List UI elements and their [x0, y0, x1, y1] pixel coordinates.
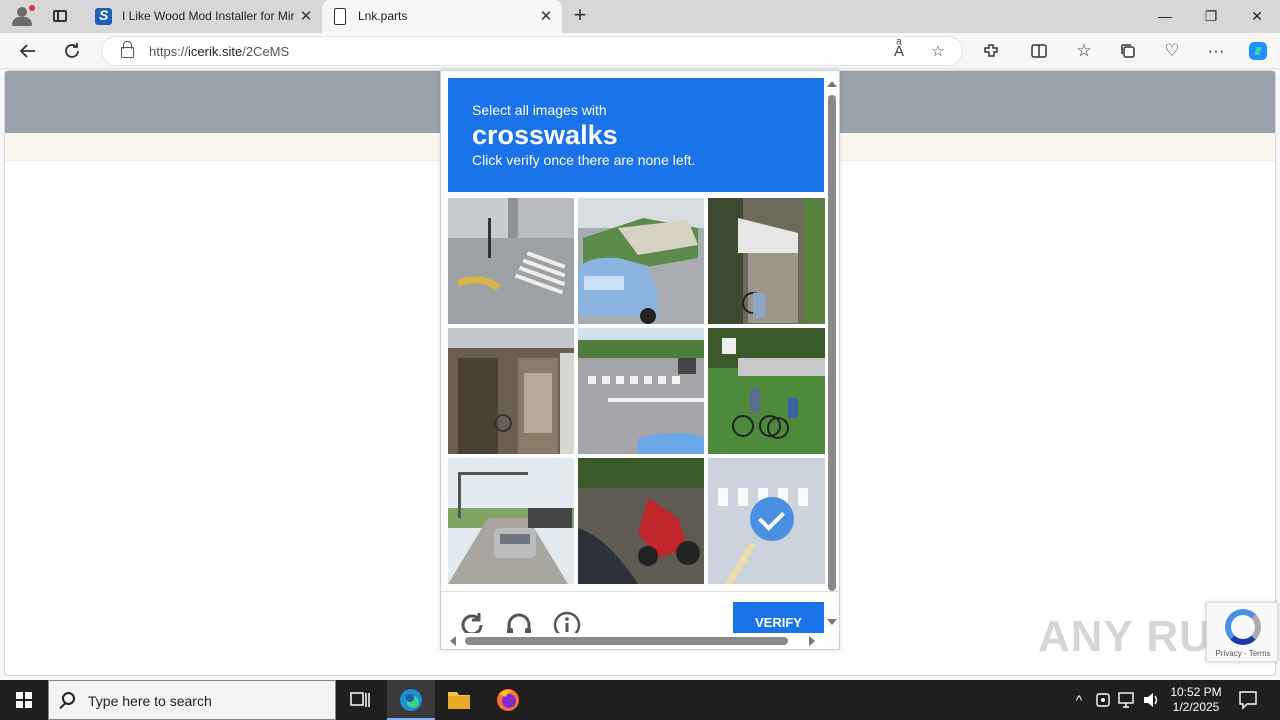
vertical-scrollbar[interactable]	[825, 75, 839, 633]
collections-icon[interactable]	[1114, 37, 1142, 65]
start-button[interactable]	[0, 680, 48, 720]
edge-taskbar-icon[interactable]	[387, 680, 435, 720]
refresh-icon[interactable]	[58, 37, 86, 65]
horizontal-scrollbar[interactable]	[441, 633, 825, 649]
selected-checkmark-icon	[750, 497, 794, 541]
lock-icon[interactable]	[121, 41, 134, 58]
network-icon[interactable]	[1116, 680, 1138, 720]
scrollbar-thumb[interactable]	[828, 95, 836, 591]
wood-favicon-icon	[95, 0, 112, 32]
taskbar: Type here to search ^ 10:52 PM 1/2/2025	[0, 680, 1280, 720]
url-text[interactable]: https://icerik.site/2CeMS	[149, 44, 289, 59]
tab-wood-mod[interactable]: I Like Wood Mod Installer for Mir ✕	[86, 0, 322, 33]
windows-logo-icon	[16, 692, 32, 708]
favorites-icon[interactable]: ☆	[1070, 37, 1098, 65]
address-bar[interactable]: https://icerik.site/2CeMS Aͣ ☆	[101, 36, 963, 66]
scrollbar-thumb[interactable]	[465, 637, 788, 645]
read-aloud-icon[interactable]: Aͣ	[887, 40, 911, 64]
recaptcha-badge[interactable]: Privacy - Terms	[1206, 602, 1278, 662]
search-placeholder: Type here to search	[88, 693, 212, 709]
tab-title: I Like Wood Mod Installer for Mir	[122, 9, 294, 23]
tab-lnk-parts[interactable]: Lnk.parts ✕	[322, 0, 562, 33]
tab-close-icon[interactable]: ✕	[298, 0, 314, 33]
clock[interactable]: 10:52 PM 1/2/2025	[1166, 680, 1226, 720]
captcha-challenge: Select all images with crosswalks Click …	[440, 70, 840, 650]
back-arrow-icon[interactable]	[14, 37, 42, 65]
copilot-icon[interactable]	[1244, 37, 1272, 65]
scroll-right-arrow-icon[interactable]	[809, 636, 815, 646]
scroll-down-arrow-icon[interactable]	[827, 619, 837, 625]
captcha-tile[interactable]	[708, 198, 825, 324]
captcha-tile[interactable]	[578, 328, 704, 454]
captcha-tile[interactable]	[708, 328, 825, 454]
captcha-subinstruction: Click verify once there are none left.	[472, 152, 696, 168]
tab-title: Lnk.parts	[358, 9, 408, 23]
recaptcha-logo-icon	[1225, 609, 1261, 645]
show-hidden-icons-icon[interactable]: ^	[1068, 680, 1090, 720]
restore-button[interactable]: ❐	[1188, 0, 1234, 33]
scroll-up-arrow-icon[interactable]	[827, 81, 837, 87]
captcha-tile[interactable]	[448, 328, 574, 454]
page-icon	[334, 8, 346, 25]
file-explorer-icon[interactable]	[435, 680, 483, 720]
more-menu-icon[interactable]: ···	[1202, 37, 1230, 65]
captcha-keyword: crosswalks	[472, 120, 618, 150]
captcha-tile[interactable]	[448, 458, 574, 584]
captcha-prompt: Select all images with crosswalks Click …	[448, 78, 824, 192]
search-icon	[62, 692, 75, 705]
new-tab-button[interactable]: +	[568, 4, 592, 28]
task-view-icon[interactable]	[336, 680, 384, 720]
extensions-icon[interactable]	[977, 37, 1005, 65]
recaptcha-links[interactable]: Privacy - Terms	[1207, 649, 1279, 658]
browser-toolbar: https://icerik.site/2CeMS Aͣ ☆ ☆ ♡ ···	[0, 33, 1280, 69]
captcha-tile[interactable]	[448, 198, 574, 324]
captcha-instruction: Select all images with	[472, 102, 607, 118]
clock-time: 10:52 PM	[1170, 685, 1222, 699]
volume-icon[interactable]	[1141, 680, 1161, 720]
tab-close-icon[interactable]: ✕	[538, 0, 554, 33]
captcha-tile[interactable]	[578, 458, 704, 584]
scroll-left-arrow-icon[interactable]	[450, 636, 456, 646]
tab-actions-icon[interactable]	[50, 7, 70, 25]
profile-avatar-icon[interactable]	[8, 4, 36, 28]
browser-essentials-icon[interactable]: ♡	[1158, 37, 1186, 65]
favorite-star-icon[interactable]: ☆	[926, 40, 950, 64]
taskbar-search[interactable]: Type here to search	[48, 680, 336, 720]
clock-date: 1/2/2025	[1172, 700, 1220, 714]
notifications-icon[interactable]	[1236, 680, 1260, 720]
tab-strip: I Like Wood Mod Installer for Mir ✕ Lnk.…	[0, 0, 1280, 33]
firefox-icon[interactable]	[484, 680, 532, 720]
close-window-button[interactable]: ✕	[1234, 0, 1280, 33]
minimize-button[interactable]: —	[1142, 0, 1188, 33]
captcha-tile[interactable]	[578, 198, 704, 324]
tray-app-icon[interactable]	[1094, 680, 1112, 720]
split-screen-icon[interactable]	[1025, 37, 1053, 65]
